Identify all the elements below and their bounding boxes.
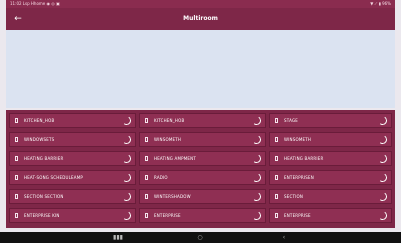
- tile[interactable]: ENTERPRISE KIN: [9, 208, 136, 223]
- tile-label: RADIO: [154, 175, 168, 180]
- tile-label: HEATING BARRIER: [284, 156, 324, 161]
- tile[interactable]: SECTION: [269, 189, 392, 204]
- tile[interactable]: KITCHEN_HOB: [9, 113, 136, 128]
- system-nav-bar: ▮▮▮ ○ ‹: [0, 232, 401, 243]
- tile-label: WINSOMETH: [284, 137, 312, 142]
- loading-spinner-icon: [251, 115, 262, 126]
- status-left: 11:02 Lsp Hhome ◉ ◎ ▣: [10, 1, 60, 6]
- home-button[interactable]: ○: [194, 232, 206, 243]
- tile-label: KITCHEN_HOB: [24, 118, 55, 123]
- tile[interactable]: HEATING BARRIER: [9, 151, 136, 166]
- tile-label: ENTERPRISE: [284, 213, 311, 218]
- tile-label: HEATING AMPMENT: [154, 156, 196, 161]
- device-icon: [15, 194, 18, 199]
- tile[interactable]: RADIO: [139, 170, 266, 185]
- title-bar: ← Multiroom: [6, 8, 395, 30]
- device-icon: [275, 213, 278, 218]
- loading-spinner-icon: [251, 172, 262, 183]
- device-icon: [145, 194, 148, 199]
- tile[interactable]: KITCHEN_HOB: [139, 113, 266, 128]
- loading-spinner-icon: [377, 134, 388, 145]
- status-bar: 11:02 Lsp Hhome ◉ ◎ ▣ ▼ ⟋ ▮ 96%: [6, 0, 395, 8]
- tile-label: WINDOWSETS: [24, 137, 55, 142]
- loading-spinner-icon: [251, 191, 262, 202]
- tile[interactable]: WINSOMETH: [269, 132, 392, 147]
- screen: 11:02 Lsp Hhome ◉ ◎ ▣ ▼ ⟋ ▮ 96% ← Multir…: [0, 0, 401, 243]
- device-icon: [275, 194, 278, 199]
- loading-spinner-icon: [251, 210, 262, 221]
- tile[interactable]: WINTERSHADOW: [139, 189, 266, 204]
- tile-label: KITCHEN_HOB: [154, 118, 185, 123]
- tile-label: SECTION: [284, 194, 304, 199]
- loading-spinner-icon: [377, 210, 388, 221]
- tile[interactable]: SECTION SECTION: [9, 189, 136, 204]
- device-icon: [275, 118, 278, 123]
- tile[interactable]: WINDOWSETS: [9, 132, 136, 147]
- loading-spinner-icon: [121, 210, 132, 221]
- device-icon: [15, 118, 18, 123]
- tile[interactable]: ENTERPRISE: [139, 208, 266, 223]
- tile[interactable]: HEATING BARRIER: [269, 151, 392, 166]
- loading-spinner-icon: [121, 153, 132, 164]
- device-icon: [275, 137, 278, 142]
- tile[interactable]: ENTERPRISE: [269, 208, 392, 223]
- tile-label: ENTERPRISEN: [284, 175, 314, 180]
- tile[interactable]: ENTERPRISEN: [269, 170, 392, 185]
- device-icon: [15, 137, 18, 142]
- tile-label: SECTION SECTION: [24, 194, 64, 199]
- tile-label: ENTERPRISE KIN: [24, 213, 60, 218]
- loading-spinner-icon: [377, 172, 388, 183]
- tile-label: ENTERPRISE: [154, 213, 181, 218]
- content-area: [6, 30, 395, 108]
- device-icon: [145, 118, 148, 123]
- device-icon: [145, 213, 148, 218]
- tile-label: HEATING BARRIER: [24, 156, 64, 161]
- tile[interactable]: HEATING AMPMENT: [139, 151, 266, 166]
- loading-spinner-icon: [121, 172, 132, 183]
- device-icon: [145, 156, 148, 161]
- status-right: ▼ ⟋ ▮ 96%: [370, 1, 391, 6]
- loading-spinner-icon: [377, 115, 388, 126]
- loading-spinner-icon: [121, 191, 132, 202]
- back-button[interactable]: ‹: [278, 232, 290, 243]
- device-icon: [15, 156, 18, 161]
- loading-spinner-icon: [377, 153, 388, 164]
- tile-label: WINSOMETH: [154, 137, 182, 142]
- tile-label: HEAT-SONG SCHEDULEAMP: [24, 175, 83, 180]
- tile[interactable]: WINSOMETH: [139, 132, 266, 147]
- tile-grid: KITCHEN_HOB WINDOWSETS HEATING BARRIER H…: [6, 110, 395, 228]
- device-icon: [145, 175, 148, 180]
- tile-label: WINTERSHADOW: [154, 194, 191, 199]
- recent-apps-button[interactable]: ▮▮▮: [112, 232, 124, 243]
- tile[interactable]: STAGE: [269, 113, 392, 128]
- loading-spinner-icon: [121, 134, 132, 145]
- loading-spinner-icon: [121, 115, 132, 126]
- tile-label: STAGE: [284, 118, 298, 123]
- device-icon: [15, 213, 18, 218]
- device-icon: [145, 137, 148, 142]
- device-icon: [15, 175, 18, 180]
- loading-spinner-icon: [251, 153, 262, 164]
- device-icon: [275, 175, 278, 180]
- device-icon: [275, 156, 278, 161]
- loading-spinner-icon: [251, 134, 262, 145]
- page-title: Multiroom: [183, 15, 218, 22]
- tile[interactable]: HEAT-SONG SCHEDULEAMP: [9, 170, 136, 185]
- loading-spinner-icon: [377, 191, 388, 202]
